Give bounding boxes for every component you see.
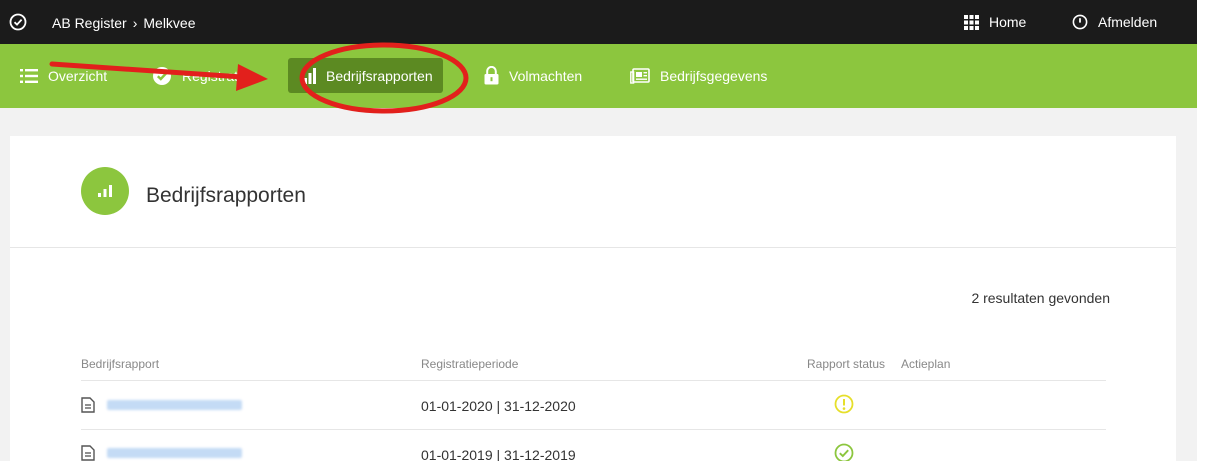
column-header-actieplan: Actieplan [901,357,951,371]
home-label: Home [989,14,1027,30]
id-card-icon [630,67,650,84]
main-nav: Overzicht Registraties Bedrijfsrapporten… [0,44,1197,108]
warning-circle-icon [834,394,854,414]
check-circle-icon [153,66,171,85]
report-link[interactable] [107,448,242,458]
reports-badge [81,167,129,215]
document-icon [81,445,95,461]
home-link[interactable]: Home [964,14,1026,30]
list-icon [20,68,38,83]
lock-icon [484,66,499,85]
breadcrumb-item-melkvee[interactable]: Melkvee [143,15,195,31]
nav-item-bedrijfsgegevens[interactable]: Bedrijfsgegevens [620,58,777,93]
scrollbar-gutter [1197,0,1212,461]
column-header-rapport-status: Rapport status [807,357,886,371]
chevron-right-icon: › [132,15,138,31]
nav-item-bedrijfsrapporten[interactable]: Bedrijfsrapporten [288,58,443,93]
nav-label-registraties: Registraties [182,67,256,84]
nav-item-volmachten[interactable]: Volmachten [474,58,592,93]
nav-label-bedrijfsrapporten: Bedrijfsrapporten [326,67,433,84]
bar-chart-icon [304,67,316,84]
period-cell: 01-01-2020 | 31-12-2020 [421,398,576,414]
logout-link[interactable]: Afmelden [1072,14,1157,30]
document-icon [81,397,95,413]
divider [81,380,1106,381]
top-bar: AB Register › Melkvee Home Afmelden [0,0,1197,44]
nav-item-registraties[interactable]: Registraties [142,58,266,93]
period-cell: 01-01-2019 | 31-12-2019 [421,447,576,461]
nav-label-bedrijfsgegevens: Bedrijfsgegevens [660,67,768,84]
report-link[interactable] [107,400,242,410]
check-circle-icon [834,443,854,461]
nav-item-overzicht[interactable]: Overzicht [10,58,117,93]
card-header: Bedrijfsrapporten [10,136,1176,248]
reports-card: Bedrijfsrapporten 2 resultaten gevonden … [10,136,1176,461]
column-header-registratieperiode: Registratieperiode [421,357,519,371]
apps-grid-icon [964,14,979,30]
check-circle-icon[interactable] [9,13,27,31]
column-header-bedrijfsrapport: Bedrijfsrapport [81,357,160,371]
page-title: Bedrijfsrapporten [146,184,306,207]
logout-label: Afmelden [1098,14,1158,30]
nav-label-volmachten: Volmachten [509,67,583,84]
results-count: 2 resultaten gevonden [971,290,1110,306]
bar-chart-icon [98,185,112,197]
divider [81,429,1106,430]
breadcrumb-item-register[interactable]: AB Register [52,15,127,31]
nav-label-overzicht: Overzicht [48,67,108,84]
power-icon [1072,14,1088,30]
breadcrumb: AB Register › Melkvee [52,15,196,31]
